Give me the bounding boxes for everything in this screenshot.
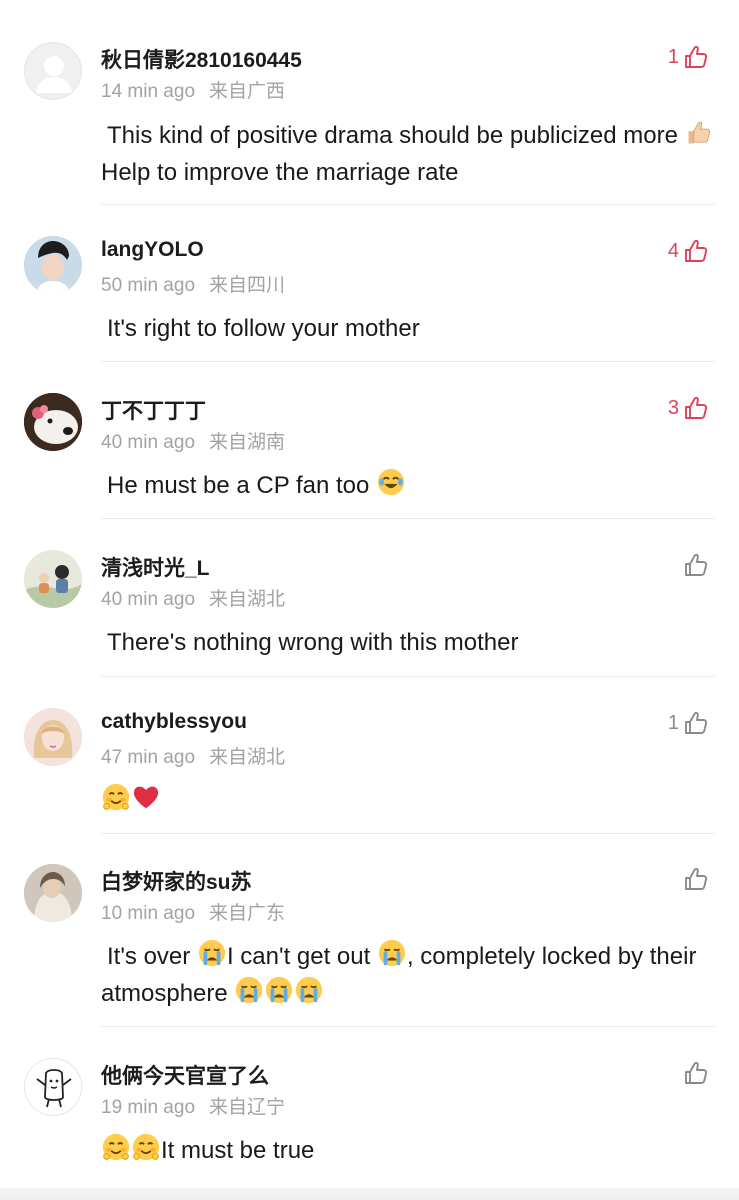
comment-text: This kind of positive drama should be pu… <box>101 117 713 191</box>
thumbs-up-emoji-icon <box>685 119 713 147</box>
default-avatar-icon <box>36 56 72 93</box>
divider <box>101 204 715 205</box>
avatar[interactable] <box>24 1058 82 1116</box>
comment-time: 10 min ago <box>101 903 196 924</box>
laughing-crying-emoji-icon <box>376 467 406 497</box>
divider <box>101 833 715 834</box>
crying-emoji-icon <box>377 938 407 968</box>
crying-emoji-icon <box>234 975 264 1005</box>
divider <box>101 518 715 519</box>
username[interactable]: 白梦妍家的su苏 <box>101 866 252 896</box>
divider <box>101 361 715 362</box>
comment-time: 40 min ago <box>101 432 196 453</box>
like-button[interactable]: 3 <box>668 395 709 421</box>
heart-emoji-icon <box>131 782 161 812</box>
comment-location: 来自湖北 <box>209 747 286 768</box>
comment-time: 14 min ago <box>101 81 196 102</box>
comment-text-part: Help to improve the marriage rate <box>101 159 459 186</box>
username[interactable]: 清浅时光_L <box>101 552 210 582</box>
comment-location: 来自辽宁 <box>209 1097 286 1118</box>
username[interactable]: cathyblessyou <box>101 710 247 734</box>
like-button[interactable] <box>679 1060 709 1086</box>
blushing-emoji-icon <box>101 1132 131 1162</box>
comment-text-part: He must be a CP fan too <box>107 472 377 499</box>
user-photo-2-icon <box>24 864 82 922</box>
comment-time: 47 min ago <box>101 747 196 768</box>
avatar[interactable] <box>24 42 82 100</box>
username[interactable]: 他俩今天官宣了么 <box>101 1060 269 1090</box>
comment-text-part: There's nothing wrong with this mother <box>107 629 519 656</box>
comment-time: 40 min ago <box>101 589 196 610</box>
comment-location: 来自湖南 <box>209 432 286 453</box>
illustration-avatar-icon <box>24 550 82 608</box>
blushing-emoji-icon <box>101 782 131 812</box>
like-button[interactable] <box>679 866 709 892</box>
dog-photo-icon <box>24 393 82 451</box>
like-count: 1 <box>667 45 679 68</box>
comment-meta: 10 min ago 来自广东 <box>101 898 285 925</box>
thumbs-up-icon <box>683 44 709 70</box>
comment-text: It must be true <box>101 1132 713 1169</box>
comment-location: 来自广西 <box>209 81 286 102</box>
comment-text: He must be a CP fan too <box>101 467 713 504</box>
like-button[interactable]: 4 <box>668 238 709 264</box>
thumbs-up-icon <box>683 552 709 578</box>
like-button[interactable]: 1 <box>668 44 709 70</box>
avatar[interactable] <box>24 236 82 294</box>
crying-emoji-icon <box>264 975 294 1005</box>
comment-time: 50 min ago <box>101 275 196 296</box>
like-button[interactable] <box>679 552 709 578</box>
like-count: 1 <box>667 711 679 734</box>
like-count: 4 <box>667 239 679 262</box>
comment-text-part: It's right to follow your mother <box>107 315 420 342</box>
like-button[interactable]: 1 <box>668 710 709 736</box>
comment-text-part: This kind of positive drama should be pu… <box>107 122 685 149</box>
username[interactable]: langYOLO <box>101 238 204 262</box>
thumbs-up-icon <box>683 1060 709 1086</box>
user-photo-icon <box>24 236 82 294</box>
username[interactable]: 秋日倩影2810160445 <box>101 44 302 74</box>
comment-text-part: It's over <box>107 943 197 970</box>
like-count: 3 <box>667 396 679 419</box>
comment-meta: 50 min ago 来自四川 <box>101 270 285 297</box>
comment-text: It's right to follow your mother <box>101 310 713 347</box>
comment-text: There's nothing wrong with this mother <box>101 624 713 661</box>
thumbs-up-icon <box>683 866 709 892</box>
divider <box>101 676 715 677</box>
comment-location: 来自广东 <box>209 903 286 924</box>
comment-meta: 19 min ago 来自辽宁 <box>101 1092 285 1119</box>
thumbs-up-icon <box>683 710 709 736</box>
comment-meta: 40 min ago 来自湖南 <box>101 427 285 454</box>
comment-text-part: I can't get out <box>226 943 377 970</box>
comment-time: 19 min ago <box>101 1097 196 1118</box>
comment-meta: 14 min ago 来自广西 <box>101 76 285 103</box>
crying-emoji-icon <box>197 938 227 968</box>
avatar[interactable] <box>24 708 82 766</box>
comment-text: It's over I can't get out , completely l… <box>101 938 713 1012</box>
blushing-emoji-icon <box>131 1132 161 1162</box>
avatar[interactable] <box>24 864 82 922</box>
comment-meta: 47 min ago 来自湖北 <box>101 742 285 769</box>
divider <box>101 1026 715 1027</box>
comment-text-part: It must be true <box>161 1137 315 1164</box>
comment-text <box>101 782 713 819</box>
comment-location: 来自湖北 <box>209 589 286 610</box>
bottom-edge <box>0 1188 739 1200</box>
avatar[interactable] <box>24 393 82 451</box>
comment-meta: 40 min ago 来自湖北 <box>101 584 285 611</box>
anime-girl-avatar-icon <box>24 708 82 766</box>
avatar[interactable] <box>24 550 82 608</box>
thumbs-up-icon <box>683 238 709 264</box>
cartoon-doodle-avatar-icon <box>25 1059 81 1115</box>
thumbs-up-icon <box>683 395 709 421</box>
crying-emoji-icon <box>294 975 324 1005</box>
username[interactable]: 丁不丁丁丁 <box>101 395 206 425</box>
comment-location: 来自四川 <box>209 275 286 296</box>
